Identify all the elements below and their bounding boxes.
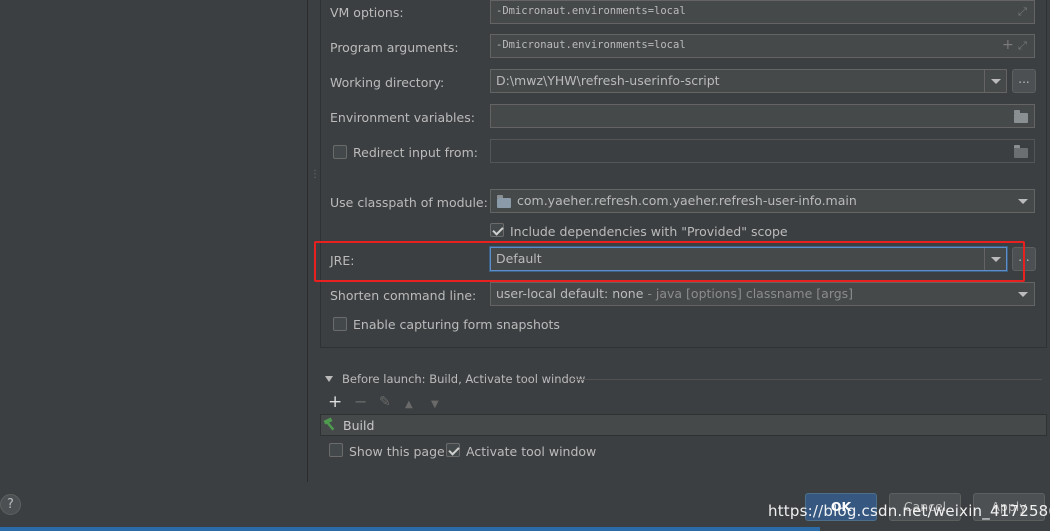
redirect-input-field[interactable] — [490, 139, 1035, 163]
program-arguments-field[interactable]: -Dmicronaut.environments=local + ⤢ — [490, 34, 1035, 58]
chevron-down-icon[interactable] — [1012, 283, 1034, 305]
program-arguments-label: Program arguments: — [330, 40, 459, 55]
include-provided-label: Include dependencies with "Provided" sco… — [510, 224, 788, 239]
build-task-label: Build — [343, 418, 375, 433]
section-divider — [572, 379, 1042, 380]
vm-options-label: VM options: — [330, 5, 404, 20]
move-up-icon[interactable]: ▲ — [405, 397, 413, 413]
move-down-icon[interactable]: ▼ — [431, 397, 439, 413]
environment-variables-label: Environment variables: — [330, 110, 475, 125]
list-item[interactable] — [321, 415, 1046, 435]
shorten-command-line-main: user-local default: none — [496, 286, 644, 301]
configuration-tree-panel — [0, 0, 308, 482]
show-this-page-label: Show this page — [349, 444, 445, 459]
capture-snapshots-checkbox[interactable] — [333, 317, 347, 331]
before-launch-title: Before launch: Build, Activate tool wind… — [342, 372, 586, 386]
activate-tool-window-checkbox[interactable] — [446, 443, 460, 457]
shorten-command-line-label: Shorten command line: — [330, 288, 477, 303]
vm-options-field[interactable]: -Dmicronaut.environments=local ⤢ — [490, 0, 1035, 24]
remove-task-icon[interactable]: − — [354, 394, 367, 410]
module-folder-icon — [497, 195, 511, 208]
add-icon[interactable]: + — [1002, 38, 1014, 52]
shorten-command-line-combo[interactable]: user-local default: none - java [options… — [490, 282, 1035, 306]
shorten-command-line-hint: - java [options] classname [args] — [643, 286, 854, 301]
watermark-text: https://blog.csdn.net/weixin_41725862 — [768, 502, 1050, 520]
expand-icon[interactable]: ⤢ — [1018, 6, 1028, 17]
working-directory-browse-button[interactable]: ... — [1012, 69, 1036, 93]
help-button[interactable]: ? — [0, 494, 21, 515]
environment-variables-field[interactable] — [490, 104, 1035, 128]
include-provided-checkbox[interactable] — [490, 223, 504, 237]
expand-icon[interactable]: ⤢ — [1018, 40, 1028, 51]
working-directory-label: Working directory: — [330, 75, 445, 90]
redirect-input-label: Redirect input from: — [353, 145, 478, 160]
edit-task-icon[interactable]: ✎ — [379, 394, 391, 410]
classpath-module-label: Use classpath of module: — [330, 195, 488, 210]
splitter-grip-icon[interactable]: ⋮ — [310, 170, 320, 190]
working-directory-value: D:\mwz\YHW\refresh-userinfo-script — [496, 73, 720, 88]
folder-icon[interactable] — [1014, 145, 1028, 158]
folder-icon[interactable] — [1014, 110, 1028, 123]
show-this-page-checkbox[interactable] — [329, 443, 343, 457]
add-task-icon[interactable]: + — [328, 394, 342, 411]
chevron-down-icon[interactable] — [1012, 190, 1034, 212]
shorten-command-line-value: user-local default: none - java [options… — [496, 286, 853, 301]
capture-snapshots-label: Enable capturing form snapshots — [353, 317, 560, 332]
vm-options-value: -Dmicronaut.environments=local — [496, 5, 686, 17]
classpath-module-combo[interactable]: com.yaeher.refresh.com.yaeher.refresh-us… — [490, 189, 1035, 213]
collapse-triangle-icon[interactable] — [325, 376, 333, 382]
taskbar-strip — [0, 527, 820, 531]
chevron-down-icon[interactable] — [984, 70, 1006, 92]
hammer-icon — [323, 417, 335, 431]
working-directory-combo[interactable]: D:\mwz\YHW\refresh-userinfo-script — [490, 69, 1007, 93]
redirect-input-checkbox[interactable] — [333, 145, 347, 159]
jre-highlight-annotation — [314, 241, 1025, 282]
classpath-module-value: com.yaeher.refresh.com.yaeher.refresh-us… — [517, 193, 857, 208]
program-arguments-value: -Dmicronaut.environments=local — [496, 39, 686, 51]
activate-tool-window-label: Activate tool window — [466, 444, 597, 459]
